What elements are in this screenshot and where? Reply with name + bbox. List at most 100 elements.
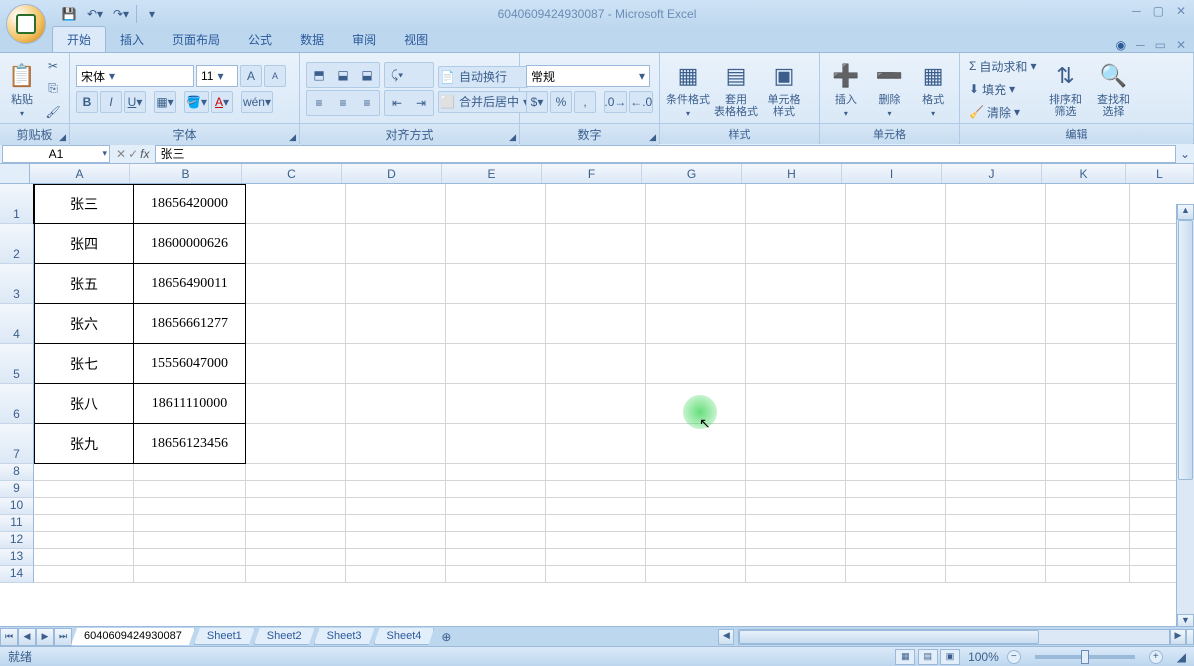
cell[interactable] xyxy=(946,464,1046,481)
scroll-right-icon[interactable]: ▶ xyxy=(1170,629,1186,645)
cell[interactable]: 张三 xyxy=(34,184,134,224)
cell[interactable] xyxy=(946,532,1046,549)
font-dialog-icon[interactable]: ◢ xyxy=(289,132,296,143)
font-name-combo[interactable]: 宋体▾ xyxy=(76,65,194,87)
cell[interactable] xyxy=(346,224,446,264)
cell[interactable] xyxy=(946,424,1046,464)
col-header-I[interactable]: I xyxy=(842,164,942,183)
border-icon[interactable]: ▦▾ xyxy=(154,91,176,113)
cell[interactable] xyxy=(1046,532,1130,549)
row-header[interactable]: 1 xyxy=(0,184,34,224)
copy-icon[interactable]: ⎘ xyxy=(42,78,64,99)
scroll-left-icon[interactable]: ◀ xyxy=(718,629,734,645)
delete-cells-button[interactable]: ➖删除▾ xyxy=(870,55,910,123)
conditional-format-button[interactable]: ▦条件格式▾ xyxy=(666,55,710,123)
cell[interactable] xyxy=(246,566,346,583)
paste-button[interactable]: 📋 粘贴 ▾ xyxy=(6,55,38,123)
cell[interactable]: 张九 xyxy=(34,424,134,464)
italic-button[interactable]: I xyxy=(100,91,122,113)
cell[interactable] xyxy=(746,566,846,583)
cell[interactable] xyxy=(446,481,546,498)
cell[interactable] xyxy=(646,384,746,424)
row-header[interactable]: 3 xyxy=(0,264,34,304)
scroll-up-icon[interactable]: ▲ xyxy=(1177,204,1194,220)
indent-increase-icon[interactable]: ⇥ xyxy=(410,92,432,114)
cell[interactable] xyxy=(546,384,646,424)
font-color-icon[interactable]: A▾ xyxy=(211,91,233,113)
cell[interactable] xyxy=(446,549,546,566)
format-cells-button[interactable]: ▦格式▾ xyxy=(913,55,953,123)
help-icon[interactable]: ◉ xyxy=(1116,38,1126,52)
cell[interactable] xyxy=(346,532,446,549)
horizontal-scrollbar[interactable] xyxy=(738,629,1170,645)
cell[interactable] xyxy=(946,264,1046,304)
font-size-combo[interactable]: 11▾ xyxy=(196,65,238,87)
col-header-K[interactable]: K xyxy=(1042,164,1126,183)
cell[interactable] xyxy=(746,384,846,424)
underline-button[interactable]: U▾ xyxy=(124,91,146,113)
cell[interactable] xyxy=(1046,515,1130,532)
cell[interactable] xyxy=(34,549,134,566)
cell[interactable] xyxy=(846,566,946,583)
cell[interactable] xyxy=(946,384,1046,424)
align-bottom-icon[interactable]: ⬓ xyxy=(356,64,378,86)
cell[interactable] xyxy=(646,464,746,481)
cell[interactable] xyxy=(546,424,646,464)
cell[interactable] xyxy=(746,549,846,566)
col-header-H[interactable]: H xyxy=(742,164,842,183)
cell[interactable] xyxy=(846,532,946,549)
cell[interactable] xyxy=(246,184,346,224)
cell[interactable] xyxy=(846,264,946,304)
name-box[interactable]: A1▾ xyxy=(2,145,110,163)
clear-button[interactable]: 🧹 清除▾ xyxy=(966,101,1039,123)
cell[interactable] xyxy=(646,424,746,464)
row-header[interactable]: 14 xyxy=(0,566,34,583)
row-header[interactable]: 6 xyxy=(0,384,34,424)
cell[interactable] xyxy=(346,515,446,532)
cell[interactable] xyxy=(746,304,846,344)
percent-icon[interactable]: % xyxy=(550,91,572,113)
cell[interactable] xyxy=(446,532,546,549)
cell[interactable] xyxy=(446,264,546,304)
next-sheet-icon[interactable]: ▶ xyxy=(36,628,54,646)
cell[interactable] xyxy=(646,549,746,566)
cell[interactable] xyxy=(246,384,346,424)
undo-icon[interactable]: ↶▾ xyxy=(84,3,106,25)
cell[interactable] xyxy=(846,184,946,224)
cell[interactable] xyxy=(34,515,134,532)
col-header-F[interactable]: F xyxy=(542,164,642,183)
cell[interactable] xyxy=(746,464,846,481)
clipboard-dialog-icon[interactable]: ◢ xyxy=(59,132,66,143)
cell[interactable] xyxy=(1046,424,1130,464)
cell[interactable] xyxy=(946,344,1046,384)
cell[interactable] xyxy=(446,566,546,583)
tab-formulas[interactable]: 公式 xyxy=(234,27,286,52)
first-sheet-icon[interactable]: ⏮ xyxy=(0,628,18,646)
col-header-G[interactable]: G xyxy=(642,164,742,183)
cell[interactable] xyxy=(246,498,346,515)
cell[interactable] xyxy=(446,304,546,344)
number-format-combo[interactable]: 常规▾ xyxy=(526,65,650,87)
cell[interactable] xyxy=(446,384,546,424)
cell[interactable] xyxy=(1046,264,1130,304)
cell[interactable] xyxy=(846,304,946,344)
sheet-tab[interactable]: Sheet1 xyxy=(194,628,255,645)
cell[interactable] xyxy=(546,304,646,344)
fill-button[interactable]: ⬇ 填充▾ xyxy=(966,78,1039,100)
cell[interactable] xyxy=(446,224,546,264)
cell[interactable] xyxy=(1046,184,1130,224)
cell[interactable] xyxy=(946,224,1046,264)
cell[interactable] xyxy=(446,184,546,224)
cell[interactable] xyxy=(34,464,134,481)
cell[interactable]: 15556047000 xyxy=(134,344,246,384)
cell[interactable]: 张四 xyxy=(34,224,134,264)
cell[interactable] xyxy=(134,532,246,549)
comma-icon[interactable]: , xyxy=(574,91,596,113)
expand-formula-icon[interactable]: ⌄ xyxy=(1176,147,1194,161)
wrap-text-button[interactable]: 📄自动换行 xyxy=(438,66,528,88)
cancel-formula-icon[interactable]: ✕ xyxy=(116,147,126,161)
cell[interactable]: 张六 xyxy=(34,304,134,344)
cell[interactable] xyxy=(846,549,946,566)
cell[interactable] xyxy=(746,532,846,549)
cell[interactable] xyxy=(34,481,134,498)
